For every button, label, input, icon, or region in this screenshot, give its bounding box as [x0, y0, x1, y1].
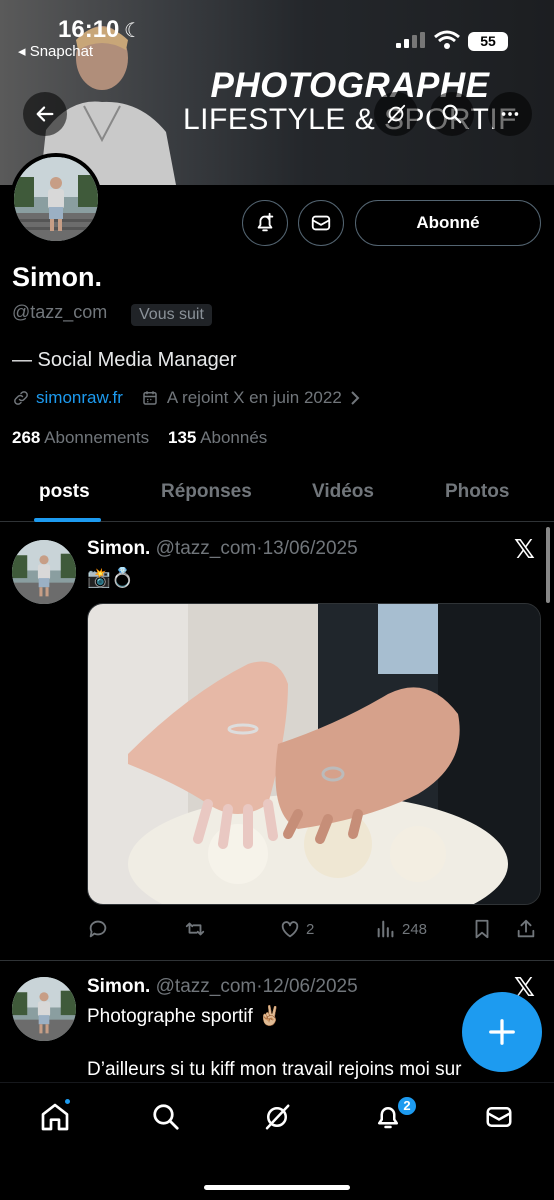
post-author-handle: @tazz_com [155, 976, 257, 997]
post-divider [0, 960, 554, 961]
envelope-icon [486, 1107, 512, 1127]
tab-photos[interactable]: Photos [445, 481, 509, 503]
profile-website-link[interactable]: simonraw.fr [36, 388, 123, 408]
view-count: 248 [402, 920, 428, 938]
share-button[interactable] [515, 918, 537, 940]
profile-avatar[interactable] [10, 153, 102, 245]
follows-you-badge: Vous suit [131, 304, 212, 326]
share-icon [517, 919, 535, 938]
profile-meta: simonraw.fr A rejoint X en juin 2022 [12, 388, 362, 408]
profile-stats: 268 Abonnements 135 Abonnés [12, 428, 267, 448]
post-text: 📸💍 [87, 568, 135, 589]
nav-search[interactable] [148, 1099, 184, 1135]
post-author-handle: @tazz_com [155, 538, 257, 559]
signal-icon [396, 32, 425, 48]
x-logo-icon: 𝕏 [514, 534, 535, 564]
bottom-navigation: 2 [0, 1082, 554, 1200]
notifications-badge: 2 [396, 1095, 418, 1117]
search-icon [153, 1104, 179, 1130]
more-options-button[interactable] [488, 92, 532, 136]
tab-replies[interactable]: Réponses [161, 481, 252, 503]
nav-grok[interactable] [259, 1099, 295, 1135]
bookmark-button[interactable] [471, 918, 493, 940]
avatar-photo [12, 977, 76, 1041]
envelope-icon [311, 215, 331, 231]
wifi-icon [434, 30, 460, 49]
more-icon [501, 112, 519, 116]
heart-icon [281, 921, 299, 938]
followers-count: 135 [167, 428, 197, 447]
search-icon [442, 104, 462, 124]
like-button[interactable]: 2 [279, 918, 314, 940]
message-button[interactable] [298, 200, 344, 246]
grok-icon [265, 1104, 290, 1130]
following-label: Abonnements [44, 428, 150, 447]
following-count: 268 [12, 428, 41, 447]
plus-icon [489, 1019, 515, 1045]
nav-messages[interactable] [481, 1099, 517, 1135]
profile-bio: — Social Media Manager [12, 349, 237, 371]
bell-plus-icon [257, 212, 274, 232]
moon-icon: ☾ [124, 20, 142, 42]
calendar-icon [143, 391, 157, 405]
avatar-photo [14, 157, 98, 241]
reply-button[interactable] [87, 918, 109, 940]
post-author-avatar[interactable] [12, 540, 76, 604]
post-header: Simon. @tazz_com·13/06/2025 [87, 538, 358, 559]
banner-title-line1: PHOTOGRAPHE [210, 66, 490, 105]
post-actions: 2 248 [87, 918, 541, 942]
search-button[interactable] [430, 92, 474, 136]
post-author-name[interactable]: Simon. [87, 538, 150, 559]
home-unread-dot [63, 1097, 72, 1106]
notifications-subscribe-button[interactable] [242, 200, 288, 246]
post-text: Photographe sportif ✌🏼 [87, 1006, 282, 1027]
post-date: 12/06/2025 [262, 976, 358, 997]
tab-posts[interactable]: posts [39, 481, 90, 503]
battery-indicator: 55 [468, 32, 508, 51]
views-icon [377, 920, 394, 938]
repost-button[interactable] [183, 918, 207, 940]
scrollbar[interactable] [546, 527, 550, 603]
home-indicator [204, 1185, 350, 1190]
reply-icon [89, 920, 107, 938]
like-count: 2 [306, 920, 315, 938]
link-icon [14, 391, 28, 405]
avatar-photo [12, 540, 76, 604]
arrow-left-icon [36, 106, 54, 122]
grok-button[interactable] [374, 92, 418, 136]
post-image[interactable] [87, 603, 541, 905]
followers-link[interactable]: 135 Abonnés [168, 428, 267, 447]
following-link[interactable]: 268 Abonnements [12, 428, 149, 447]
back-to-app-link[interactable]: ◂ Snapchat [18, 42, 93, 60]
post-author-avatar[interactable] [12, 977, 76, 1041]
following-button[interactable]: Abonné [355, 200, 541, 246]
bookmark-icon [475, 919, 489, 939]
profile-name: Simon. [12, 262, 103, 292]
tab-active-indicator [34, 518, 101, 522]
profile-handle: @tazz_com [12, 302, 108, 322]
post-header: Simon. @tazz_com·12/06/2025 [87, 976, 358, 997]
followers-label: Abonnés [200, 428, 268, 447]
status-time: 16:10 [58, 16, 120, 43]
wedding-hands-photo [88, 604, 540, 904]
views-button[interactable]: 248 [375, 918, 427, 940]
chevron-right-icon [351, 391, 360, 405]
post-author-name[interactable]: Simon. [87, 976, 150, 997]
status-bar: 16:10 ☾ ◂ Snapchat 55 [0, 0, 554, 62]
compose-post-button[interactable] [462, 992, 542, 1072]
post-date: 13/06/2025 [262, 538, 358, 559]
tab-videos[interactable]: Vidéos [312, 481, 374, 503]
back-button[interactable] [23, 92, 67, 136]
profile-joined-date[interactable]: A rejoint X en juin 2022 [167, 388, 342, 408]
grok-icon [387, 104, 406, 124]
repost-icon [185, 922, 205, 936]
post-text-continued: D’ailleurs si tu kiff mon travail rejoin… [87, 1059, 462, 1080]
profile-tabs: posts Réponses Vidéos Photos [0, 470, 554, 522]
